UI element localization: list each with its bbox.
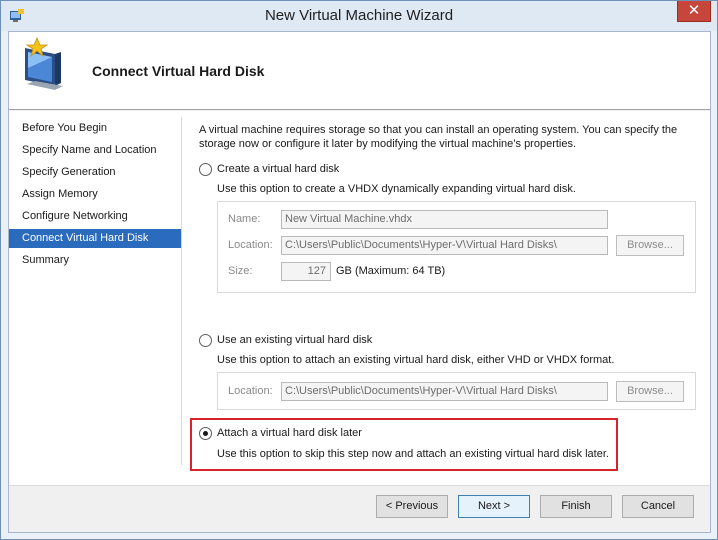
- attach-later-highlight-box: [190, 418, 618, 471]
- size-label: Size:: [228, 265, 253, 277]
- step-specify-generation[interactable]: Specify Generation: [9, 163, 181, 182]
- location-label: Location:: [228, 239, 273, 251]
- step-connect-virtual-hard-disk[interactable]: Connect Virtual Hard Disk: [9, 229, 181, 248]
- existing-location-field[interactable]: C:\Users\Public\Documents\Hyper-V\Virtua…: [281, 382, 608, 401]
- size-unit-label: GB (Maximum: 64 TB): [336, 265, 446, 277]
- existing-vhd-group: Location: C:\Users\Public\Documents\Hype…: [217, 372, 696, 410]
- vhd-location-field[interactable]: C:\Users\Public\Documents\Hyper-V\Virtua…: [281, 236, 608, 255]
- cancel-button[interactable]: Cancel: [622, 495, 694, 518]
- step-summary[interactable]: Summary: [9, 251, 181, 270]
- wizard-window: New Virtual Machine Wizard ✕ Connect Vir…: [0, 0, 718, 540]
- window-title: New Virtual Machine Wizard: [264, 7, 454, 24]
- close-button[interactable]: ✕: [677, 1, 711, 22]
- create-vhd-label[interactable]: Create a virtual hard disk: [217, 163, 339, 175]
- footer-separator: [9, 485, 710, 486]
- existing-vhd-label[interactable]: Use an existing virtual hard disk: [217, 334, 372, 346]
- step-list: Before You Begin Specify Name and Locati…: [9, 111, 181, 485]
- steps-divider: [181, 117, 182, 465]
- step-before-you-begin[interactable]: Before You Begin: [9, 119, 181, 138]
- close-icon: ✕: [687, 1, 701, 19]
- step-specify-name-and-location[interactable]: Specify Name and Location: [9, 141, 181, 160]
- step-assign-memory[interactable]: Assign Memory: [9, 185, 181, 204]
- vhd-name-field[interactable]: New Virtual Machine.vhdx: [281, 210, 608, 229]
- wizard-monitor-star-icon: [25, 36, 63, 90]
- next-button[interactable]: Next >: [458, 495, 530, 518]
- wizard-header: Connect Virtual Hard Disk: [9, 32, 710, 110]
- existing-vhd-help: Use this option to attach an existing vi…: [217, 354, 615, 366]
- existing-browse-button[interactable]: Browse...: [616, 381, 684, 402]
- title-bar: New Virtual Machine Wizard ✕: [1, 1, 717, 31]
- wizard-client-area: Connect Virtual Hard Disk Before You Beg…: [8, 31, 711, 533]
- create-vhd-help: Use this option to create a VHDX dynamic…: [217, 183, 576, 195]
- existing-vhd-radio[interactable]: [199, 334, 212, 347]
- name-label: Name:: [228, 213, 261, 225]
- page-description: A virtual machine requires storage so th…: [199, 124, 678, 150]
- wizard-content: Before You Begin Specify Name and Locati…: [9, 111, 710, 485]
- create-browse-button[interactable]: Browse...: [616, 235, 684, 256]
- create-vhd-radio[interactable]: [199, 163, 212, 176]
- create-vhd-group: Name: New Virtual Machine.vhdx Location:…: [217, 201, 696, 293]
- previous-button[interactable]: < Previous: [376, 495, 448, 518]
- finish-button[interactable]: Finish: [540, 495, 612, 518]
- page-title: Connect Virtual Hard Disk: [92, 63, 265, 79]
- existing-location-label: Location:: [228, 385, 273, 397]
- step-configure-networking[interactable]: Configure Networking: [9, 207, 181, 226]
- vhd-size-field[interactable]: 127: [281, 262, 331, 281]
